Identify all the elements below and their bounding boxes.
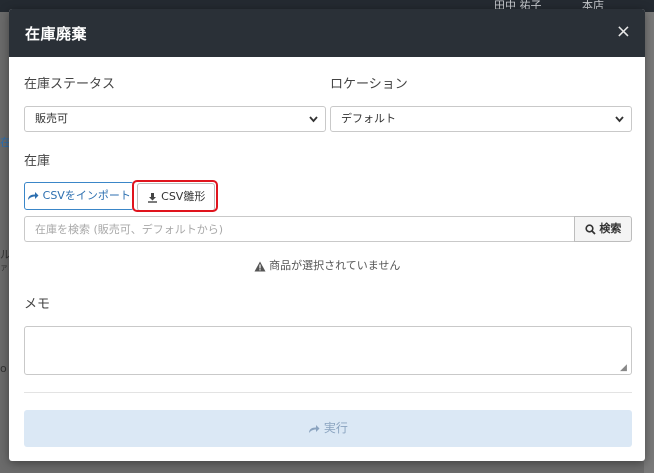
execute-button[interactable]: 実行	[24, 410, 632, 447]
stock-label: 在庫	[24, 154, 51, 169]
csv-template-button[interactable]: CSV雛形	[137, 183, 215, 211]
status-label: 在庫ステータス	[24, 77, 116, 92]
modal-header: 在庫廃棄 ×	[9, 9, 645, 57]
location-select[interactable]: デフォルト	[330, 106, 632, 132]
resize-handle-icon[interactable]: ◢	[620, 364, 627, 373]
location-label: ロケーション	[330, 77, 408, 92]
background-right-edge	[644, 12, 654, 473]
bg-fragment: o	[0, 362, 7, 375]
divider	[24, 392, 632, 393]
modal-title: 在庫廃棄	[25, 25, 88, 43]
status-select[interactable]: 販売可	[24, 106, 326, 132]
chevron-down-icon	[614, 107, 625, 131]
close-icon[interactable]: ×	[616, 21, 631, 42]
stock-disposal-modal: 在庫廃棄 × 在庫ステータス ロケーション 販売可 デフォルト 在庫 CSVをイ…	[9, 9, 645, 461]
bg-fragment: ァ	[0, 263, 8, 272]
location-select-value: デフォルト	[341, 112, 396, 125]
warning-text: 商品が選択されていません	[269, 259, 401, 272]
download-icon	[147, 190, 162, 203]
import-csv-label: CSVをインポート	[42, 189, 131, 202]
share-icon	[308, 421, 324, 435]
no-selection-warning: 商品が選択されていません	[9, 257, 645, 273]
search-icon	[584, 222, 600, 235]
search-button[interactable]: 検索	[574, 216, 632, 242]
chevron-down-icon	[308, 107, 319, 131]
execute-label: 実行	[323, 421, 348, 435]
memo-textarea[interactable]	[24, 326, 632, 375]
share-icon	[27, 189, 43, 202]
stock-search-input[interactable]	[24, 216, 574, 242]
search-button-label: 検索	[599, 222, 622, 235]
warning-icon	[254, 259, 270, 272]
import-csv-button[interactable]: CSVをインポート	[24, 182, 134, 210]
status-select-value: 販売可	[35, 112, 68, 125]
csv-template-label: CSV雛形	[161, 190, 206, 203]
memo-label: メモ	[24, 297, 51, 312]
